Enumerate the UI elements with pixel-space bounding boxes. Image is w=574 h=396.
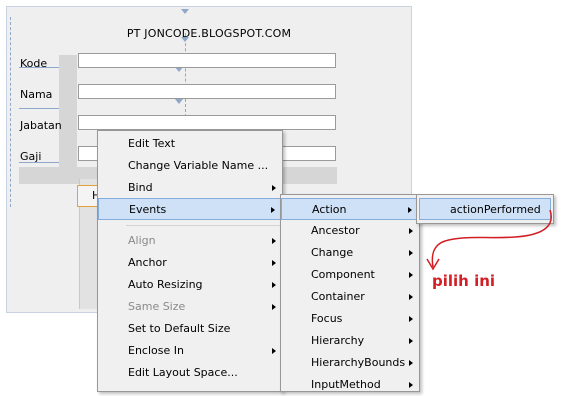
menu-item-label: Component — [311, 268, 375, 281]
menu-item-label: Events — [129, 203, 167, 216]
submenu-arrow-icon — [409, 294, 413, 300]
menu-item-auto-resizing[interactable]: Auto Resizing — [98, 274, 282, 296]
events-item-focus[interactable]: Focus — [281, 308, 419, 330]
label-gaji: Gaji — [20, 150, 42, 163]
submenu-arrow-icon — [272, 282, 276, 288]
submenu-arrow-icon — [409, 272, 413, 278]
menu-item-edit-text[interactable]: Edit Text — [98, 133, 282, 155]
menu-item-edit-layout-space[interactable]: Edit Layout Space... — [98, 362, 282, 384]
form-title[interactable]: PT JONCODE.BLOGSPOT.COM — [7, 27, 411, 40]
events-item-input-method[interactable]: InputMethod — [281, 374, 419, 396]
menu-separator — [126, 225, 280, 226]
events-item-change[interactable]: Change — [281, 242, 419, 264]
menu-item-label: Edit Text — [128, 137, 176, 150]
submenu-arrow-icon — [272, 348, 276, 354]
menu-item-same-size[interactable]: Same Size — [98, 296, 282, 318]
menu-item-label: Container — [311, 290, 365, 303]
menu-item-label: Set to Default Size — [128, 322, 231, 335]
annotation-arrow-icon — [426, 209, 552, 271]
layout-strip — [59, 55, 77, 179]
menu-item-label: Anchor — [128, 256, 167, 269]
events-item-action[interactable]: Action — [281, 198, 419, 220]
submenu-arrow-icon — [271, 207, 275, 213]
events-item-container[interactable]: Container — [281, 286, 419, 308]
submenu-arrow-icon — [272, 238, 276, 244]
label-nama: Nama — [20, 88, 53, 101]
kode-field[interactable] — [78, 53, 336, 68]
submenu-arrow-icon — [272, 260, 276, 266]
menu-item-align[interactable]: Align — [98, 230, 282, 252]
label-jabatan: Jabatan — [20, 119, 62, 132]
menu-item-label: Change Variable Name ... — [128, 159, 269, 172]
menu-item-label: Focus — [311, 312, 343, 325]
menu-item-label: InputMethod — [311, 378, 381, 391]
menu-item-label: Bind — [128, 181, 153, 194]
anchor-marker — [175, 99, 183, 104]
submenu-arrow-icon — [409, 382, 413, 388]
nama-field[interactable] — [78, 84, 336, 99]
menu-item-label: Hierarchy — [311, 334, 365, 347]
events-submenu[interactable]: Action Ancestor Change Component Contain… — [280, 194, 420, 392]
menu-item-set-default-size[interactable]: Set to Default Size — [98, 318, 282, 340]
label-kode: Kode — [20, 57, 48, 70]
submenu-arrow-icon — [408, 207, 412, 213]
submenu-arrow-icon — [409, 360, 413, 366]
context-menu[interactable]: Edit Text Change Variable Name ... Bind … — [97, 130, 283, 392]
submenu-arrow-icon — [409, 250, 413, 256]
menu-item-enclose-in[interactable]: Enclose In — [98, 340, 282, 362]
menu-item-label: Enclose In — [128, 344, 184, 357]
menu-item-events[interactable]: Events — [98, 198, 282, 220]
menu-item-label: Edit Layout Space... — [128, 366, 238, 379]
menu-item-label: Auto Resizing — [128, 278, 203, 291]
submenu-arrow-icon — [272, 304, 276, 310]
submenu-arrow-icon — [272, 185, 276, 191]
submenu-arrow-icon — [409, 228, 413, 234]
anchor-marker — [181, 37, 189, 42]
menu-item-label: Action — [312, 203, 347, 216]
events-item-component[interactable]: Component — [281, 264, 419, 286]
jabatan-field[interactable] — [78, 115, 336, 130]
menu-item-label: Ancestor — [311, 224, 360, 237]
menu-item-label: Same Size — [128, 300, 186, 313]
events-item-ancestor[interactable]: Ancestor — [281, 220, 419, 242]
anchor-marker — [181, 9, 189, 14]
menu-item-anchor[interactable]: Anchor — [98, 252, 282, 274]
events-item-hierarchy-bounds[interactable]: HierarchyBounds — [281, 352, 419, 374]
menu-item-label: HierarchyBounds — [311, 356, 406, 369]
menu-item-label: Change — [311, 246, 354, 259]
annotation-text: pilih ini — [432, 272, 496, 290]
menu-item-bind[interactable]: Bind — [98, 177, 282, 199]
menu-item-label: Align — [128, 234, 156, 247]
submenu-arrow-icon — [409, 338, 413, 344]
submenu-arrow-icon — [409, 316, 413, 322]
events-item-hierarchy[interactable]: Hierarchy — [281, 330, 419, 352]
menu-item-change-variable-name[interactable]: Change Variable Name ... — [98, 155, 282, 177]
guide-line — [10, 17, 11, 207]
